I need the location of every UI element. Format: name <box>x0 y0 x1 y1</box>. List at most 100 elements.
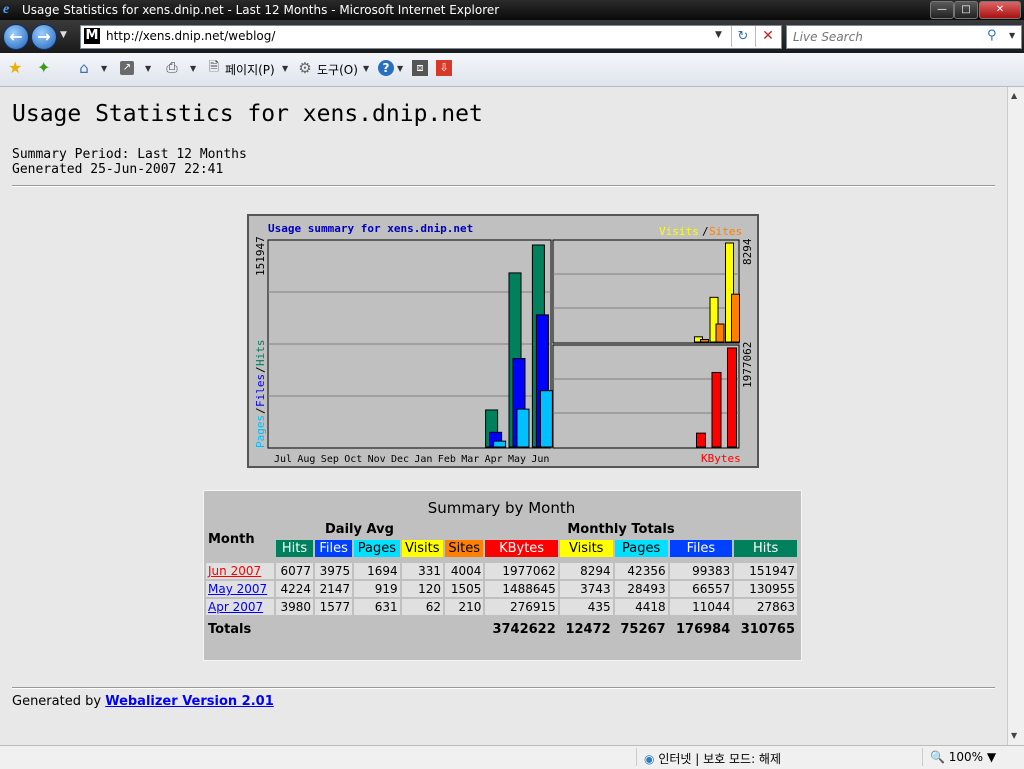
total-cell: 12472 <box>559 621 613 638</box>
kbytes-panel <box>552 344 740 449</box>
column-header-pages: Pages <box>614 540 668 557</box>
bar-kbytes <box>727 347 737 448</box>
legend-visits: Visits <box>659 225 699 238</box>
home-dropdown-icon[interactable]: ▼ <box>101 64 107 73</box>
search-input[interactable] <box>791 28 985 46</box>
value-cell: 4418 <box>614 599 668 615</box>
month-link[interactable]: Jun 2007 <box>208 564 261 578</box>
security-zone[interactable]: ◉ 인터넷 | 보호 모드: 해제 <box>644 750 781 767</box>
scroll-down-icon[interactable]: ▼ <box>1011 731 1017 740</box>
value-cell: 62 <box>401 599 443 615</box>
value-cell: 276915 <box>485 599 558 615</box>
column-header-hits: Hits <box>275 540 314 557</box>
value-cell: 4004 <box>444 563 484 579</box>
help-dropdown-icon[interactable]: ▼ <box>397 64 403 73</box>
usage-chart-svg: Usage summary for xens.dnip.net Visits / Si… <box>254 222 754 465</box>
page-title: Usage Statistics for xens.dnip.net <box>12 101 483 127</box>
feeds-icon[interactable]: ↗ <box>120 61 134 75</box>
value-cell: 3975 <box>315 563 353 579</box>
page-viewport: Usage Statistics for xens.dnip.net Summa… <box>0 87 1007 745</box>
close-button[interactable]: ✕ <box>979 1 1021 19</box>
generated-date: Generated 25-Jun-2007 22:41 <box>12 162 224 177</box>
home-icon[interactable]: ⌂ <box>76 60 92 76</box>
search-icon[interactable]: ⚲ <box>987 28 997 43</box>
left-axis-legend: Pages/Files/Hits <box>254 340 267 449</box>
search-provider-dropdown-icon[interactable]: ▼ <box>1009 31 1015 40</box>
research-icon[interactable]: ⧈ <box>412 60 428 76</box>
legend-separator: / <box>254 407 267 414</box>
value-cell: 99383 <box>669 563 733 579</box>
value-cell: 11044 <box>669 599 733 615</box>
feeds-dropdown-icon[interactable]: ▼ <box>145 64 151 73</box>
table-title: Summary by Month <box>206 497 797 519</box>
tools-menu[interactable]: 도구(O) <box>317 61 358 78</box>
window-titlebar: e Usage Statistics for xens.dnip.net - L… <box>0 0 1024 20</box>
value-cell: 210 <box>444 599 484 615</box>
value-cell: 4224 <box>275 581 314 597</box>
legend-files: Files <box>254 374 267 407</box>
value-cell: 28493 <box>614 581 668 597</box>
value-cell: 331 <box>401 563 443 579</box>
back-button[interactable]: ← <box>3 24 29 50</box>
minimize-button[interactable]: — <box>930 1 954 19</box>
scroll-up-icon[interactable]: ▲ <box>1011 91 1017 100</box>
print-icon[interactable]: ⎙ <box>164 60 180 76</box>
column-header-sites: Sites <box>444 540 484 557</box>
summary-by-month-table: Summary by Month Month Daily Avg Monthly To… <box>203 490 802 661</box>
usage-summary-chart: Usage summary for xens.dnip.net Visits / Si… <box>247 214 759 468</box>
window-title: Usage Statistics for xens.dnip.net - Las… <box>22 3 500 17</box>
webalizer-link[interactable]: Webalizer Version 2.01 <box>105 694 274 709</box>
page-menu-dropdown-icon[interactable]: ▼ <box>282 64 288 73</box>
maximize-button[interactable]: □ <box>954 1 978 19</box>
add-favorite-icon[interactable]: ✦ <box>37 58 50 77</box>
summary-period: Summary Period: Last 12 Months <box>12 147 247 162</box>
address-dropdown-icon[interactable]: ▼ <box>715 30 722 40</box>
address-bar[interactable]: M http://xens.dnip.net/weblog/ ▼ ↻ ✕ <box>80 25 782 49</box>
help-icon[interactable]: ? <box>378 60 394 76</box>
favorites-star-icon[interactable]: ★ <box>8 58 22 77</box>
zone-label: 인터넷 | 보호 모드: 해제 <box>658 752 782 766</box>
status-separator <box>922 748 923 766</box>
zoom-level[interactable]: 🔍 100% ▼ <box>930 750 996 764</box>
bar-pages <box>516 408 530 448</box>
search-box[interactable]: ⚲ ▼ <box>786 25 1022 49</box>
column-header-pages: Pages <box>354 540 400 557</box>
value-cell: 919 <box>354 581 400 597</box>
address-url[interactable]: http://xens.dnip.net/weblog/ <box>106 29 275 43</box>
x-tick-label: Nov <box>368 454 386 465</box>
month-link[interactable]: Apr 2007 <box>208 600 263 614</box>
tools-menu-dropdown-icon[interactable]: ▼ <box>363 64 369 73</box>
forward-button[interactable]: → <box>31 24 57 50</box>
print-dropdown-icon[interactable]: ▼ <box>190 64 196 73</box>
value-cell: 3743 <box>559 581 613 597</box>
column-header-files: Files <box>669 540 733 557</box>
total-cell: 75267 <box>614 621 668 638</box>
legend-separator: / <box>254 366 267 373</box>
toolbar-addon-icon[interactable]: ⇩ <box>436 60 452 76</box>
bar-sites <box>715 323 725 343</box>
month-link[interactable]: May 2007 <box>208 582 267 596</box>
table-row: Apr 2007 3980 1577 631 62 210 276915 435 4418 110… <box>206 599 797 615</box>
refresh-button[interactable]: ↻ <box>731 26 754 47</box>
site-favicon-icon: M <box>84 28 100 44</box>
recent-pages-dropdown-icon[interactable]: ▼ <box>60 30 67 40</box>
legend-separator: / <box>702 225 709 238</box>
x-tick-label: Feb <box>438 454 456 465</box>
x-tick-label: Aug <box>297 454 315 465</box>
x-tick-label: Apr <box>485 454 503 465</box>
chart-title: Usage summary for xens.dnip.net <box>268 222 473 235</box>
legend-pages: Pages <box>254 415 267 448</box>
vertical-scrollbar[interactable]: ▲ ▼ <box>1007 87 1024 745</box>
kbytes-axis-max-label: 1977062 <box>741 342 754 388</box>
spacer-row <box>206 617 797 619</box>
value-cell: 2147 <box>315 581 353 597</box>
globe-icon: ◉ <box>644 752 655 766</box>
command-bar: ★ ✦ ⌂ ▼ ↗ ▼ ⎙ ▼ 🗎 페이지(P) ▼ ⚙ 도구(O) ▼ ? ▼… <box>0 53 1024 87</box>
monthly-summary-grid: Summary by Month Month Daily Avg Monthly To… <box>204 495 799 640</box>
month-cell: Jun 2007 <box>206 563 274 579</box>
x-tick-label: Jul <box>274 454 292 465</box>
value-cell: 435 <box>559 599 613 615</box>
page-menu[interactable]: 페이지(P) <box>225 61 275 78</box>
stop-button[interactable]: ✕ <box>755 26 780 47</box>
legend-kbytes: KBytes <box>701 452 741 465</box>
